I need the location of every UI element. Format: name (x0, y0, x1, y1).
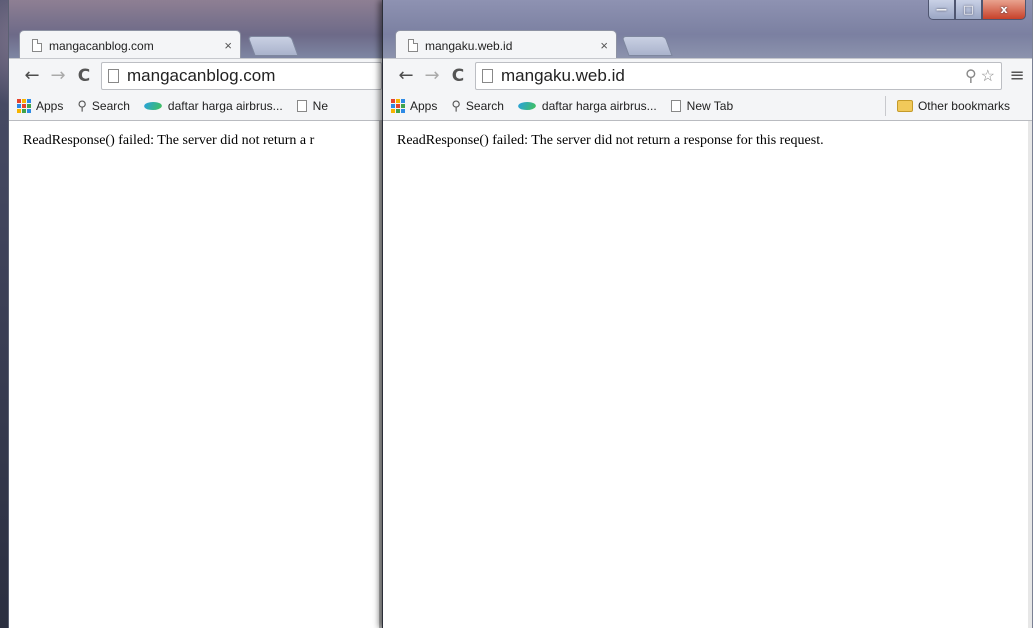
forward-icon[interactable]: → (419, 65, 445, 86)
right-bookmarks-bar: Apps ⚲ Search daftar harga airbrus... Ne… (383, 92, 1032, 121)
tab-close-icon[interactable]: × (224, 38, 232, 53)
bookmark-label: daftar harga airbrus... (541, 99, 657, 113)
address-bar[interactable]: mangacanblog.com (101, 61, 382, 90)
zoom-icon[interactable]: ⚲ (965, 66, 977, 86)
window-caption-buttons: — □ x (928, 0, 1026, 22)
close-button[interactable]: x (982, 0, 1026, 20)
bookmark-label: Ne (312, 99, 328, 113)
bookmark-apps[interactable]: Apps (17, 99, 63, 113)
bookmark-other-bookmarks[interactable]: Other bookmarks (884, 96, 1010, 116)
right-browser-window: — □ x mangaku.web.id × ← → C mangaku.web… (382, 0, 1033, 628)
reload-icon[interactable]: C (71, 66, 97, 86)
bookmark-label: Other bookmarks (917, 99, 1010, 113)
left-toolbar: ← → C mangacanblog.com (9, 58, 382, 92)
right-tab-active[interactable]: mangaku.web.id × (395, 30, 617, 60)
left-bookmarks-bar: Apps ⚲ Search daftar harga airbrus... Ne (9, 92, 382, 121)
bookmark-label: Apps (410, 99, 438, 113)
left-tabstrip: mangacanblog.com × (9, 26, 382, 60)
page-icon (482, 68, 493, 83)
page-icon (296, 100, 307, 112)
left-browser-window: mangacanblog.com × ← → C mangacanblog.co… (8, 0, 382, 628)
tab-title: mangaku.web.id (425, 38, 513, 53)
chrome-menu-icon[interactable]: ≡ (1002, 65, 1032, 86)
page-content: ReadResponse() failed: The server did no… (9, 121, 382, 628)
page-icon (408, 39, 418, 52)
bookmark-search[interactable]: ⚲ Search (77, 98, 130, 114)
new-tab-button[interactable] (247, 36, 299, 56)
scrollbar[interactable] (1028, 121, 1032, 628)
bookmark-airbrush[interactable]: daftar harga airbrus... (516, 99, 657, 113)
bookmark-label: daftar harga airbrus... (167, 99, 283, 113)
maximize-button[interactable]: □ (955, 0, 982, 20)
page-icon (32, 39, 42, 52)
folder-icon (896, 100, 913, 112)
bookmark-label: Search (465, 99, 504, 113)
back-icon[interactable]: ← (19, 65, 45, 86)
bookmark-search[interactable]: ⚲ Search (451, 98, 504, 114)
tab-close-icon[interactable]: × (600, 38, 608, 53)
bookmark-apps[interactable]: Apps (391, 99, 437, 113)
search-icon: ⚲ (77, 98, 87, 113)
airbrush-favicon-icon (516, 102, 538, 110)
tab-title: mangacanblog.com (49, 38, 154, 53)
bookmark-airbrush[interactable]: daftar harga airbrus... (142, 99, 283, 113)
bookmark-new-tab[interactable]: Ne (296, 99, 328, 113)
address-bar[interactable]: mangaku.web.id ⚲ ☆ (475, 61, 1002, 90)
minimize-button[interactable]: — (928, 0, 955, 20)
bookmark-star-icon[interactable]: ☆ (981, 66, 995, 86)
apps-icon (391, 99, 405, 113)
address-url[interactable]: mangaku.web.id (501, 66, 961, 86)
new-tab-button[interactable] (621, 36, 673, 56)
left-tab-active[interactable]: mangacanblog.com × (19, 30, 241, 60)
address-url[interactable]: mangacanblog.com (127, 66, 375, 86)
bookmark-new-tab[interactable]: New Tab (670, 99, 734, 113)
search-icon: ⚲ (451, 98, 461, 113)
forward-icon[interactable]: → (45, 65, 71, 86)
airbrush-favicon-icon (142, 102, 164, 110)
error-message: ReadResponse() failed: The server did no… (23, 133, 315, 148)
bookmark-label: New Tab (686, 99, 734, 113)
back-icon[interactable]: ← (393, 65, 419, 86)
page-icon (670, 100, 681, 112)
bookmark-label: Apps (36, 99, 64, 113)
page-icon (108, 68, 119, 83)
reload-icon[interactable]: C (445, 66, 471, 86)
error-message: ReadResponse() failed: The server did no… (397, 133, 824, 148)
right-tabstrip: mangaku.web.id × (383, 26, 1032, 60)
right-toolbar: ← → C mangaku.web.id ⚲ ☆ ≡ (383, 58, 1032, 92)
page-content: ReadResponse() failed: The server did no… (383, 121, 1032, 628)
apps-icon (17, 99, 31, 113)
bookmark-label: Search (91, 99, 130, 113)
